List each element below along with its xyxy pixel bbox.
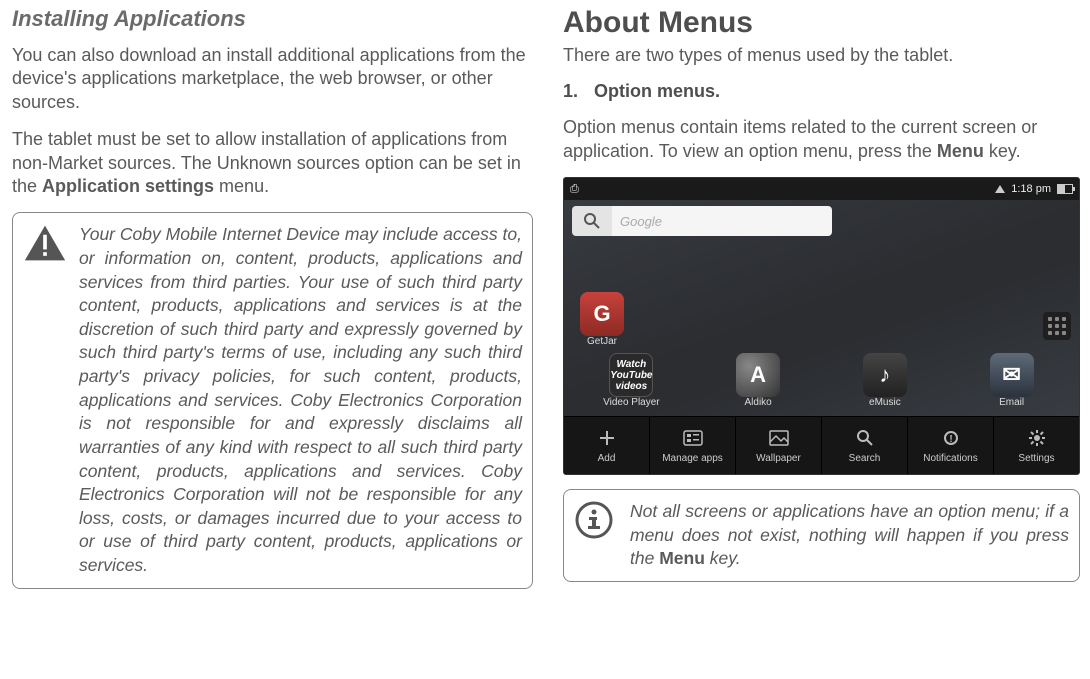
app-drawer-button[interactable] [1043,312,1071,340]
menu-label: Search [849,453,881,464]
app-label: eMusic [869,397,901,408]
status-bar: ⎙ 1:18 pm [564,178,1079,200]
menu-label: Wallpaper [756,453,801,464]
text-run: menu. [214,176,269,196]
app-label: GetJar [587,336,617,347]
home-screen: G GetJar Watch YouTube videos Video Play… [564,242,1079,416]
usb-icon: ⎙ [570,183,579,196]
notifications-icon: ! [940,427,962,449]
aldiko-icon: A [736,353,780,397]
search-icon [583,212,601,230]
list-item: 1. Option menus. [563,81,1080,102]
info-text: Not all screens or applications have an … [630,500,1069,571]
section-title: Installing Applications [12,6,533,32]
text-bold: Menu [937,141,984,161]
app-label: Aldiko [745,397,772,408]
menu-label: Notifications [923,453,977,464]
paragraph: Option menus contain items related to th… [563,116,1080,163]
menu-manage-apps[interactable]: Manage apps [650,417,736,474]
text-run: key. [984,141,1021,161]
text-bold: Application settings [42,176,214,196]
email-icon: ✉ [990,353,1034,397]
right-column: About Menus There are two types of menus… [545,0,1090,679]
section-title: About Menus [563,6,1080,40]
wallpaper-icon [768,427,790,449]
menu-label: Manage apps [662,453,723,464]
warning-text: Your Coby Mobile Internet Device may inc… [79,223,522,577]
manage-apps-icon [682,427,704,449]
menu-settings[interactable]: Settings [994,417,1079,474]
info-callout: Not all screens or applications have an … [563,489,1080,582]
warning-icon [23,223,67,577]
emusic-icon: ♪ [863,353,907,397]
paragraph: The tablet must be set to allow installa… [12,128,533,198]
menu-label: Settings [1018,453,1054,464]
wifi-icon [995,185,1005,193]
battery-icon [1057,184,1073,194]
search-input[interactable]: Google [612,206,832,236]
tablet-screenshot: ⎙ 1:18 pm Google G [563,177,1080,475]
app-label: Email [999,397,1024,408]
paragraph: You can also download an install additio… [12,44,533,114]
info-icon [574,500,618,545]
list-number: 1. [563,81,578,101]
list-label: Option menus. [594,81,720,101]
paragraph: There are two types of menus used by the… [563,44,1080,67]
text-bold: Menu [659,548,705,568]
getjar-icon: G [580,292,624,336]
app-label: Video Player [603,397,660,408]
svg-text:!: ! [949,434,952,445]
app-shortcut-getjar[interactable]: G GetJar [580,292,624,347]
video-player-icon: Watch YouTube videos [609,353,653,397]
app-shortcut-emusic[interactable]: ♪ eMusic [850,353,920,408]
menu-wallpaper[interactable]: Wallpaper [736,417,822,474]
search-placeholder: Google [620,214,662,229]
menu-label: Add [598,453,616,464]
warning-callout: Your Coby Mobile Internet Device may inc… [12,212,533,588]
text-run: key. [705,548,741,568]
search-button[interactable] [572,206,612,236]
app-shortcut-video-player[interactable]: Watch YouTube videos Video Player [596,353,666,408]
app-shortcut-aldiko[interactable]: A Aldiko [723,353,793,408]
menu-notifications[interactable]: ! Notifications [908,417,994,474]
menu-search[interactable]: Search [822,417,908,474]
plus-icon [596,427,618,449]
search-row: Google [564,200,1079,242]
gear-icon [1026,427,1048,449]
option-menu-bar: Add Manage apps Wallpaper Search [564,416,1079,474]
left-column: Installing Applications You can also dow… [0,0,545,679]
menu-add[interactable]: Add [564,417,650,474]
search-icon [854,427,876,449]
clock-text: 1:18 pm [1011,183,1051,195]
app-shortcut-email[interactable]: ✉ Email [977,353,1047,408]
